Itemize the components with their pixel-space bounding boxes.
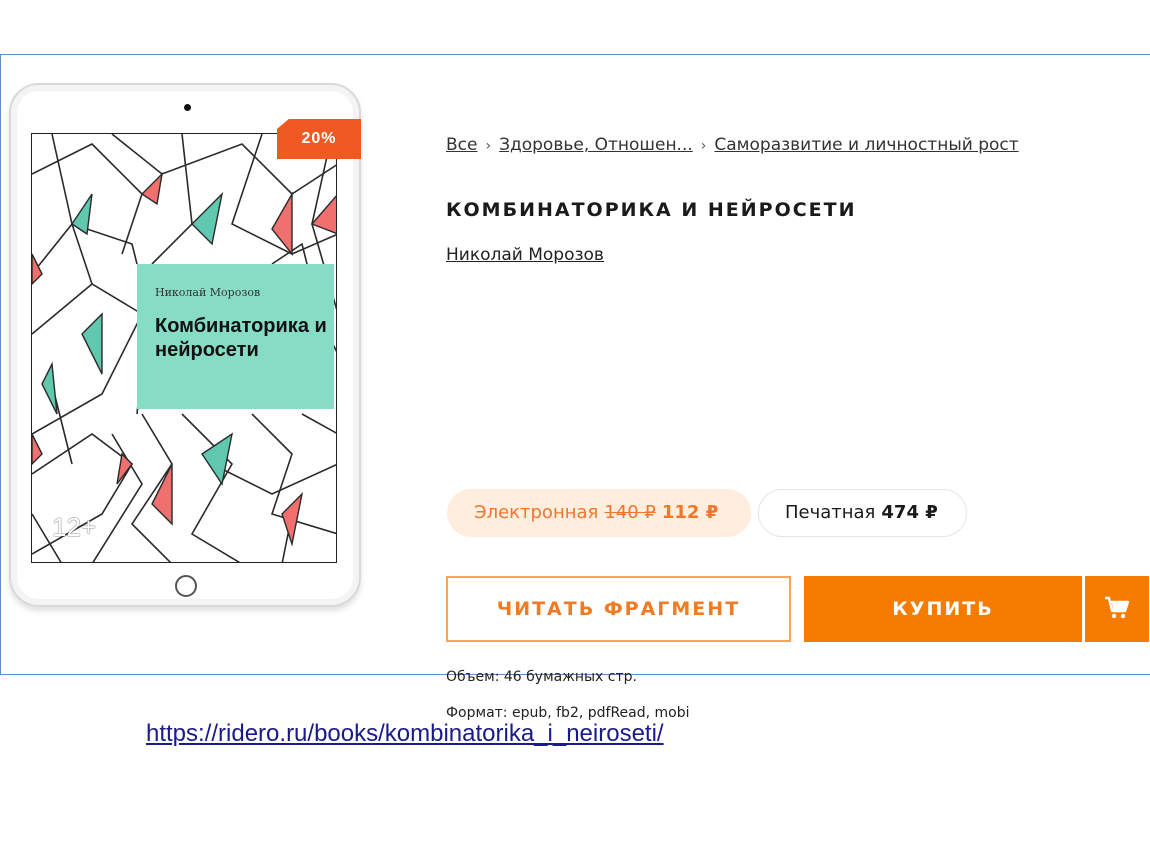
product-card: Николай Морозов Комбинаторика и нейросет… — [0, 54, 1150, 721]
ebook-price-option[interactable]: Электронная 140 ₽112 ₽ — [447, 489, 751, 537]
breadcrumb-separator: › — [700, 138, 707, 154]
breadcrumb-item-self-development[interactable]: Саморазвитие и личностный рост — [714, 135, 1018, 155]
ebook-label: Электронная — [474, 502, 599, 523]
volume-info: Объем: 46 бумажных стр. — [446, 669, 637, 685]
print-price: 474 ₽ — [881, 502, 938, 523]
author-link[interactable]: Николай Морозов — [446, 245, 604, 265]
age-rating: 12+ — [52, 512, 97, 542]
ebook-new-price: 112 ₽ — [661, 502, 719, 523]
print-label: Печатная — [785, 502, 876, 523]
cover-author: Николай Морозов — [155, 286, 261, 299]
print-price-option[interactable]: Печатная 474 ₽ — [758, 489, 967, 537]
breadcrumb: Все › Здоровье, Отношен... › Саморазвитие и … — [446, 135, 1019, 155]
add-to-cart-button[interactable] — [1085, 576, 1149, 642]
cart-icon — [1105, 596, 1130, 619]
read-fragment-button[interactable]: ЧИТАТЬ ФРАГМЕНТ — [446, 576, 791, 642]
format-info: Формат: epub, fb2, pdfRead, mobi — [446, 705, 690, 721]
camera-dot — [184, 104, 191, 111]
cover-title: Комбинаторика и нейросети — [155, 315, 327, 361]
book-title: КОМБИНАТОРИКА И НЕЙРОСЕТИ — [446, 199, 857, 221]
tablet-mockup: Николай Морозов Комбинаторика и нейросет… — [9, 83, 361, 607]
ebook-old-price: 140 ₽ — [604, 502, 656, 523]
book-cover[interactable]: Николай Морозов Комбинаторика и нейросет… — [31, 133, 337, 563]
discount-badge: 20% — [277, 119, 361, 159]
cover-title-box: Николай Морозов Комбинаторика и нейросет… — [137, 264, 334, 409]
breadcrumb-item-all[interactable]: Все — [446, 135, 477, 155]
buy-button[interactable]: КУПИТЬ — [804, 576, 1082, 642]
breadcrumb-item-health[interactable]: Здоровье, Отношен... — [499, 135, 693, 155]
home-button-icon — [175, 575, 197, 597]
source-url-link[interactable]: https://ridero.ru/books/kombinatorika_i_… — [146, 720, 664, 748]
breadcrumb-separator: › — [485, 138, 492, 154]
